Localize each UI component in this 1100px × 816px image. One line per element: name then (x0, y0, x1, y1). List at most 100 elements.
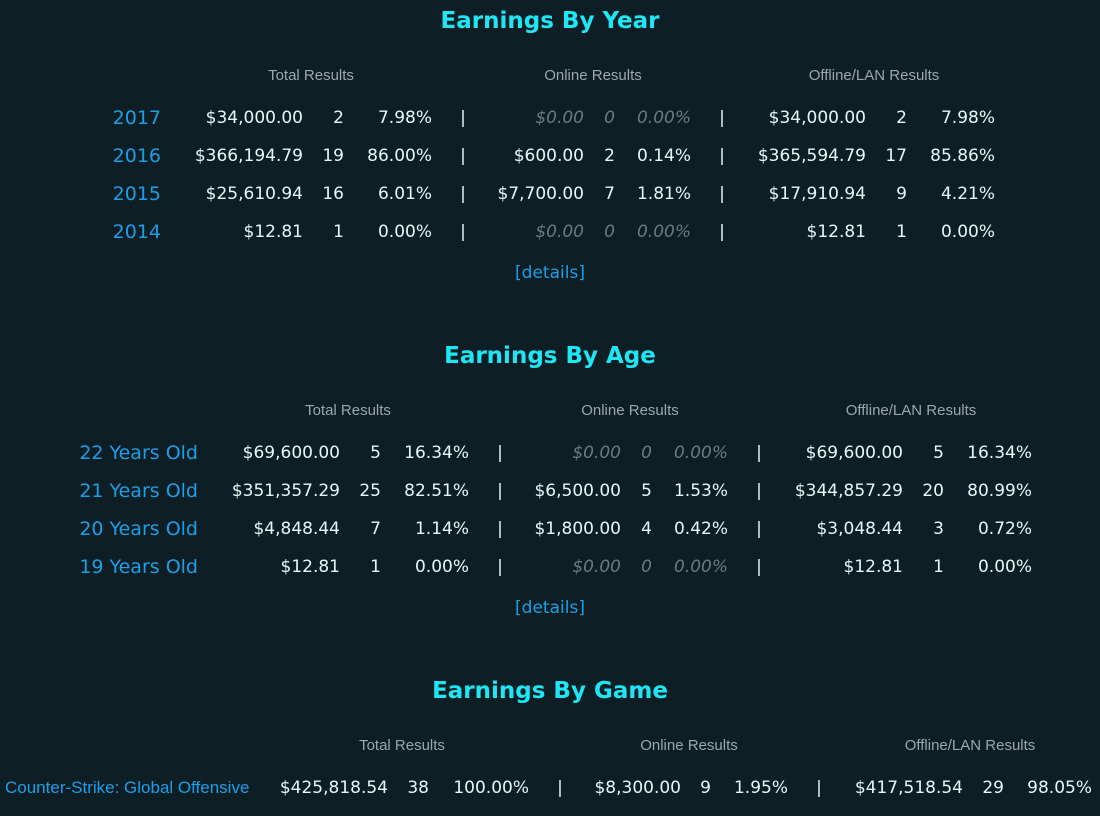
column-separator: | (756, 519, 762, 539)
row-label-link[interactable]: 22 Years Old (79, 438, 198, 468)
online-count: 2 (604, 146, 615, 166)
row-label-link[interactable]: 20 Years Old (79, 514, 198, 544)
offline-count: 1 (896, 222, 907, 242)
offline-amount: $17,910.94 (768, 184, 866, 204)
column-separator: | (497, 557, 503, 577)
row-label-link[interactable]: 19 Years Old (79, 552, 198, 582)
online-percent: 0.00% (636, 222, 691, 242)
column-separator: | (719, 108, 725, 128)
total-count: 7 (370, 519, 381, 539)
total-amount: $351,357.29 (231, 481, 340, 501)
online-count: 0 (641, 443, 652, 463)
online-percent: 0.14% (636, 146, 691, 166)
offline-count: 29 (982, 778, 1004, 798)
total-results-header: Total Results (359, 737, 445, 754)
online-count: 9 (700, 778, 711, 798)
table-row: 19 Years Old $12.81 1 0.00% | $0.00 0 0.… (0, 552, 1100, 582)
row-label-link[interactable]: 2016 (113, 141, 161, 171)
offline-results-header: Offline/LAN Results (808, 67, 940, 84)
total-percent: 100.00% (453, 778, 529, 798)
offline-amount: $365,594.79 (757, 146, 866, 166)
table-row: 2014 $12.81 1 0.00% | $0.00 0 0.00% | $1… (0, 217, 1100, 247)
offline-percent: 4.21% (940, 184, 995, 204)
offline-percent: 98.05% (1027, 778, 1092, 798)
earnings-by-year-section: Earnings By Year Total Results Online Re… (0, 0, 1100, 300)
offline-results-header: Offline/LAN Results (904, 737, 1036, 754)
section-title: Earnings By Game (432, 678, 668, 704)
total-percent: 82.51% (404, 481, 469, 501)
column-separator: | (460, 222, 466, 242)
online-count: 4 (641, 519, 652, 539)
earnings-by-age-section: Earnings By Age Total Results Online Res… (0, 335, 1100, 635)
table-row: 21 Years Old $351,357.29 25 82.51% | $6,… (0, 476, 1100, 506)
section-title: Earnings By Age (444, 343, 656, 369)
online-percent: 0.00% (673, 443, 728, 463)
online-count: 0 (604, 108, 615, 128)
total-amount: $425,818.54 (279, 778, 388, 798)
game-link[interactable]: Counter-Strike: Global Offensive (5, 773, 249, 803)
total-percent: 0.00% (414, 557, 469, 577)
details-row: [details] (0, 261, 1100, 285)
row-label-link[interactable]: 2017 (113, 103, 161, 133)
total-percent: 16.34% (404, 443, 469, 463)
offline-count: 20 (922, 481, 944, 501)
total-count: 19 (322, 146, 344, 166)
online-amount: $600.00 (513, 146, 584, 166)
offline-count: 1 (933, 557, 944, 577)
offline-results-header: Offline/LAN Results (845, 402, 977, 419)
offline-amount: $12.81 (806, 222, 866, 242)
column-separator: | (497, 443, 503, 463)
column-separator: | (497, 519, 503, 539)
online-amount: $0.00 (572, 443, 621, 463)
total-percent: 0.00% (377, 222, 432, 242)
offline-count: 2 (896, 108, 907, 128)
row-label-link[interactable]: 21 Years Old (79, 476, 198, 506)
online-results-header: Online Results (581, 402, 679, 419)
column-separator: | (460, 184, 466, 204)
total-amount: $12.81 (280, 557, 340, 577)
total-percent: 86.00% (367, 146, 432, 166)
offline-percent: 7.98% (940, 108, 995, 128)
online-results-header: Online Results (544, 67, 642, 84)
total-amount: $12.81 (243, 222, 303, 242)
offline-amount: $69,600.00 (805, 443, 903, 463)
table-row: Counter-Strike: Global Offensive $425,81… (0, 773, 1100, 803)
column-separator: | (460, 146, 466, 166)
table-row: 2016 $366,194.79 19 86.00% | $600.00 2 0… (0, 141, 1100, 171)
online-amount: $7,700.00 (497, 184, 584, 204)
total-count: 16 (322, 184, 344, 204)
row-label-link[interactable]: 2014 (113, 217, 161, 247)
online-amount: $0.00 (572, 557, 621, 577)
details-link[interactable]: [details] (515, 598, 585, 618)
offline-percent: 80.99% (967, 481, 1032, 501)
online-count: 0 (641, 557, 652, 577)
offline-amount: $3,048.44 (816, 519, 903, 539)
total-count: 2 (333, 108, 344, 128)
total-percent: 6.01% (377, 184, 432, 204)
offline-count: 17 (885, 146, 907, 166)
total-count: 1 (333, 222, 344, 242)
section-title: Earnings By Year (440, 8, 660, 34)
total-amount: $366,194.79 (194, 146, 303, 166)
online-percent: 1.53% (673, 481, 728, 501)
column-separator: | (557, 778, 563, 798)
offline-percent: 0.72% (977, 519, 1032, 539)
row-label-link[interactable]: 2015 (113, 179, 161, 209)
offline-percent: 16.34% (967, 443, 1032, 463)
column-separator: | (497, 481, 503, 501)
table-row: 2017 $34,000.00 2 7.98% | $0.00 0 0.00% … (0, 103, 1100, 133)
online-count: 7 (604, 184, 615, 204)
details-link[interactable]: [details] (515, 263, 585, 283)
offline-count: 5 (933, 443, 944, 463)
online-percent: 1.81% (636, 184, 691, 204)
offline-count: 9 (896, 184, 907, 204)
column-separator: | (816, 778, 822, 798)
online-amount: $0.00 (535, 222, 584, 242)
column-separator: | (756, 557, 762, 577)
total-count: 1 (370, 557, 381, 577)
online-results-header: Online Results (640, 737, 738, 754)
total-amount: $25,610.94 (205, 184, 303, 204)
total-amount: $69,600.00 (242, 443, 340, 463)
offline-percent: 85.86% (930, 146, 995, 166)
online-percent: 0.00% (673, 557, 728, 577)
